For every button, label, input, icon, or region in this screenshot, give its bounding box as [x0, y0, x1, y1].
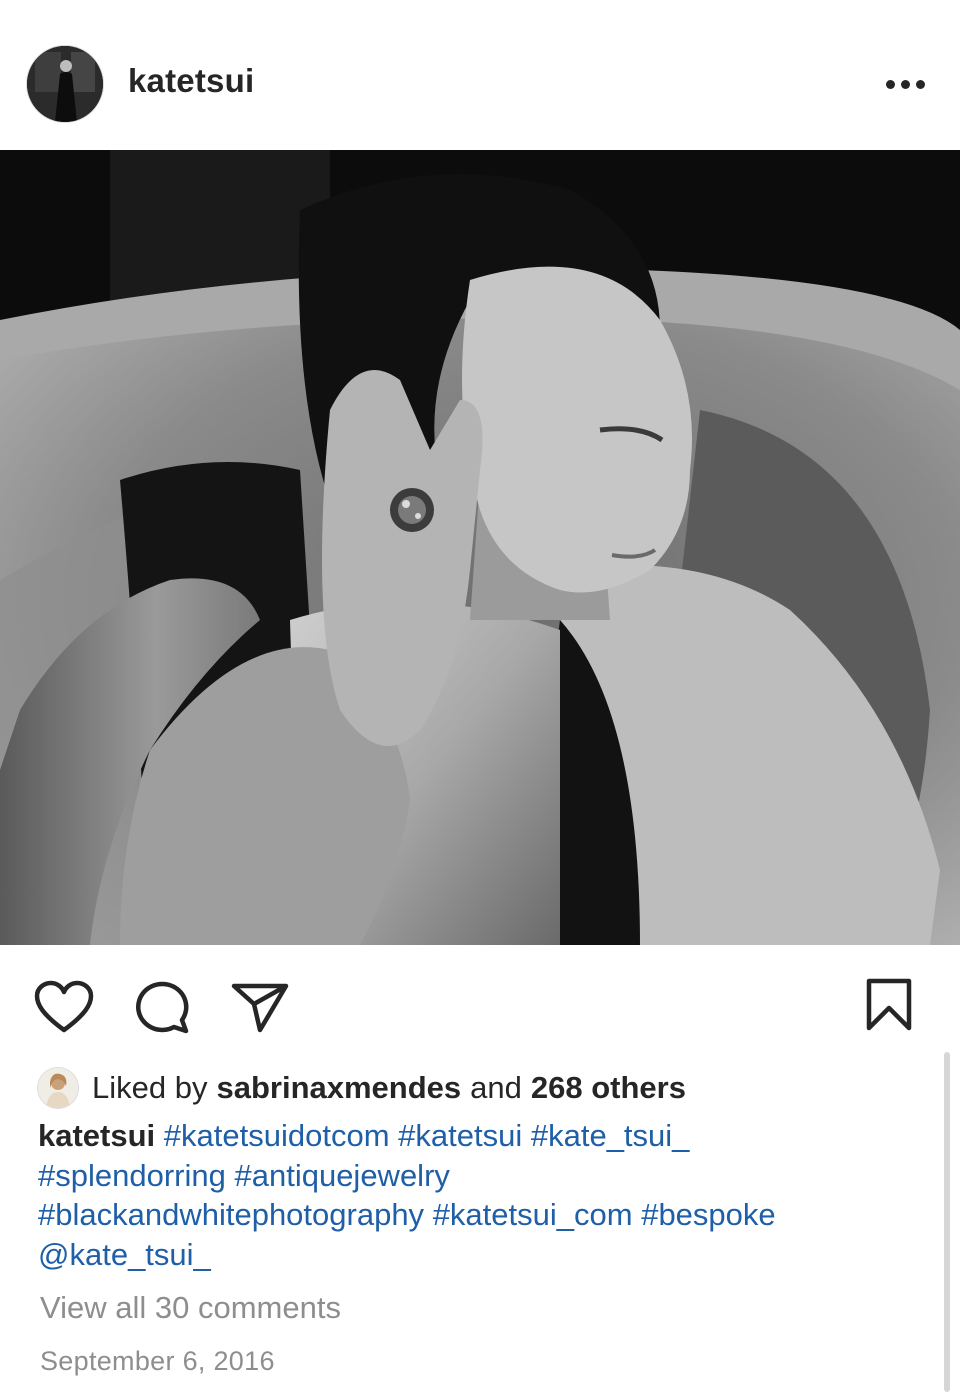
post-username[interactable]: katetsui [128, 62, 254, 100]
likes-others-link[interactable]: 268 others [531, 1070, 686, 1106]
hashtag-link[interactable]: #katetsui [398, 1118, 522, 1153]
likes-joiner: and [470, 1070, 522, 1105]
heart-icon[interactable] [34, 980, 94, 1034]
likes-summary: Liked by sabrinaxmendes and 268 others [38, 1066, 686, 1110]
hashtag-link[interactable]: #antiquejewelry [234, 1158, 449, 1193]
more-horizontal-icon[interactable] [880, 70, 930, 100]
liker-avatar[interactable] [38, 1068, 78, 1108]
paper-plane-icon[interactable] [230, 980, 290, 1034]
liker-username[interactable]: sabrinaxmendes [216, 1070, 461, 1106]
mention-link[interactable]: @kate_tsui_ [38, 1237, 211, 1272]
hashtag-link[interactable]: #katetsui_com [433, 1197, 633, 1232]
caption-username[interactable]: katetsui [38, 1118, 155, 1153]
post-photo[interactable] [0, 150, 960, 945]
hashtag-link[interactable]: #bespoke [641, 1197, 775, 1232]
view-comments-link[interactable]: View all 30 comments [40, 1290, 341, 1326]
hashtag-link[interactable]: #kate_tsui_ [531, 1118, 690, 1153]
bookmark-icon[interactable] [864, 978, 914, 1032]
post-header: katetsui [0, 0, 960, 150]
likes-prefix: Liked by [92, 1070, 208, 1105]
hashtag-link[interactable]: #katetsuidotcom [164, 1118, 390, 1153]
hashtag-link[interactable]: #blackandwhitephotography [38, 1197, 424, 1232]
comment-icon[interactable] [134, 980, 190, 1034]
profile-avatar[interactable] [27, 46, 103, 122]
scrollbar[interactable] [944, 1052, 950, 1392]
post-date: September 6, 2016 [40, 1346, 275, 1376]
post-actions [0, 960, 960, 1050]
hashtag-link[interactable]: #splendorring [38, 1158, 226, 1193]
post-caption: katetsui #katetsuidotcom #katetsui #kate… [38, 1116, 938, 1274]
